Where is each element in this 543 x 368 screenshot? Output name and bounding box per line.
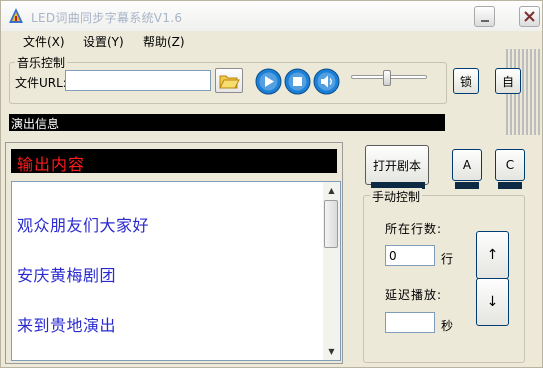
play-icon	[255, 68, 282, 95]
menu-settings[interactable]: 设置(Y)	[81, 33, 126, 50]
arrow-up-icon: ↑	[486, 247, 499, 263]
minimize-icon	[481, 20, 489, 22]
performance-info-bar: 演出信息	[9, 114, 445, 131]
window-title: LED词曲同步字幕系统V1.6	[31, 11, 183, 25]
scroll-up-arrow-icon[interactable]: ▲	[323, 182, 340, 199]
menu-file[interactable]: 文件(X)	[21, 33, 67, 50]
app-logo-icon	[9, 8, 23, 23]
file-url-input[interactable]	[65, 70, 211, 91]
auto-button[interactable]: 自	[495, 68, 521, 94]
stop-button[interactable]	[284, 68, 311, 95]
lock-button[interactable]: 锁	[453, 68, 479, 94]
button-a[interactable]: A	[452, 149, 482, 181]
stop-icon	[284, 68, 311, 95]
output-header: 输出内容	[11, 149, 337, 174]
delay-input[interactable]	[385, 312, 435, 333]
delay-label: 延迟播放:	[385, 288, 443, 302]
button-a-shadow	[455, 182, 479, 189]
button-c[interactable]: C	[495, 149, 525, 181]
close-button[interactable]	[519, 6, 540, 27]
open-script-button[interactable]: 打开剧本	[365, 145, 429, 185]
line-number-label: 所在行数:	[385, 222, 443, 236]
lyric-line[interactable]: 安庆黄梅剧团	[17, 262, 116, 286]
delay-unit-label: 秒	[441, 319, 455, 333]
title-bar[interactable]: LED词曲同步字幕系统V1.6	[1, 1, 542, 31]
line-down-button[interactable]: ↓	[476, 278, 509, 326]
menu-help[interactable]: 帮助(Z)	[141, 33, 187, 50]
scroll-down-arrow-icon[interactable]: ▼	[323, 343, 340, 360]
line-number-input[interactable]	[385, 245, 435, 266]
manual-control-legend: 手动控制	[370, 188, 423, 205]
arrow-down-icon: ↓	[486, 294, 499, 310]
minimize-button[interactable]	[474, 6, 495, 27]
lyric-line[interactable]: 观众朋友们大家好	[17, 212, 149, 236]
main-window: LED词曲同步字幕系统V1.6 文件(X) 设置(Y) 帮助(Z) 音乐控制 文…	[0, 0, 543, 368]
line-unit-label: 行	[441, 252, 455, 266]
line-up-button[interactable]: ↑	[476, 231, 509, 279]
speaker-icon	[313, 68, 340, 95]
file-url-label: 文件URL:	[15, 76, 67, 90]
close-icon	[524, 11, 535, 22]
volume-slider-thumb[interactable]	[382, 70, 391, 86]
lyric-line[interactable]: 来到贵地演出	[17, 312, 116, 336]
scrollbar-thumb[interactable]	[324, 200, 338, 248]
play-button[interactable]	[255, 68, 282, 95]
menu-bar: 文件(X) 设置(Y) 帮助(Z)	[1, 31, 542, 51]
music-control-legend: 音乐控制	[15, 54, 68, 71]
lyrics-scrollbar[interactable]: ▲ ▼	[323, 182, 340, 360]
open-folder-button[interactable]	[215, 68, 243, 93]
lyrics-list[interactable]: 观众朋友们大家好 安庆黄梅剧团 来到贵地演出 ▲ ▼	[11, 181, 341, 361]
volume-button[interactable]	[313, 68, 340, 95]
folder-icon	[219, 75, 240, 89]
button-c-shadow	[498, 182, 522, 189]
